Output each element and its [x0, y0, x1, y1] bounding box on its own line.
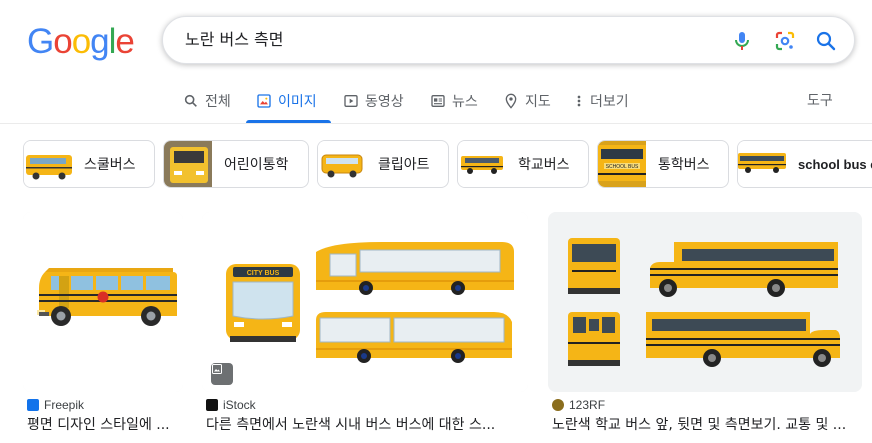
chip-school-bus[interactable]: 스쿨버스 [23, 140, 155, 188]
tab-all[interactable]: 전체 [183, 80, 231, 122]
chip-thumbnail [318, 141, 366, 187]
image-badge-icon [211, 363, 233, 385]
tab-label: 지도 [525, 94, 551, 110]
google-logo[interactable]: Google [27, 22, 135, 62]
chip-school-bus-2[interactable]: 학교버스 [457, 140, 589, 188]
result-source[interactable]: 123RF [552, 398, 605, 412]
header-divider [0, 123, 872, 124]
chip-thumbnail: SCHOOL BUS [598, 141, 646, 187]
chip-school-bus-en[interactable]: school bus e [737, 140, 872, 188]
chip-clipart[interactable]: 클립아트 [317, 140, 449, 188]
tab-label: 뉴스 [452, 94, 478, 110]
tab-images[interactable]: 이미지 [256, 80, 317, 122]
chip-kids-shuttle[interactable]: 어린이통학 [163, 140, 309, 188]
tab-label: 이미지 [278, 94, 317, 110]
result-image[interactable]: CITY BUS [202, 212, 528, 392]
tab-news[interactable]: 뉴스 [430, 80, 478, 122]
result-caption[interactable]: 노란색 학교 버스 앞, 뒷면 및 측면보기. 교통 및 ... [552, 414, 862, 434]
result-source[interactable]: Freepik [27, 398, 84, 412]
chip-label: 클립아트 [378, 157, 430, 173]
search-tabs: 전체 이미지 동영상 뉴스 지도 더보기 도구 [0, 80, 872, 124]
more-vert-icon [577, 95, 581, 107]
logo-letter: G [27, 22, 54, 61]
source-label: iStock [223, 398, 256, 412]
chip-label: school bus e [798, 156, 872, 172]
result-image[interactable] [548, 212, 862, 392]
chip-label: 어린이통학 [224, 157, 289, 173]
chip-commute-bus[interactable]: SCHOOL BUS 통학버스 [597, 140, 729, 188]
chip-label: 학교버스 [518, 157, 570, 173]
istock-icon [206, 399, 218, 411]
chip-thumbnail [458, 141, 506, 187]
tab-more[interactable]: 더보기 [574, 80, 629, 122]
search-box[interactable]: 노란 버스 측면 [162, 16, 855, 64]
play-icon [344, 95, 358, 107]
source-label: 123RF [569, 398, 606, 412]
search-input[interactable]: 노란 버스 측면 [185, 17, 284, 63]
logo-letter: g [90, 22, 109, 61]
chip-thumbnail [738, 141, 786, 187]
yellow-school-bus-image [23, 212, 183, 392]
123rf-icon [552, 399, 564, 411]
result-image[interactable] [23, 212, 183, 392]
result-source[interactable]: iStock [206, 398, 256, 412]
chip-label: 스쿨버스 [84, 157, 136, 173]
search-icon[interactable] [814, 29, 838, 53]
tab-label: 전체 [205, 94, 231, 110]
google-lens-icon[interactable] [773, 29, 797, 53]
chip-thumbnail [24, 141, 72, 187]
image-icon [257, 94, 271, 108]
chip-label: 통학버스 [658, 157, 710, 173]
logo-letter: e [115, 22, 134, 61]
result-caption[interactable]: 다른 측면에서 노란색 시내 버스 버스에 대한 스... [206, 414, 528, 434]
logo-letter: o [53, 22, 72, 61]
map-pin-icon [505, 93, 517, 109]
news-icon [431, 95, 445, 107]
yellow-city-bus-image: CITY BUS [202, 212, 528, 392]
tools-button[interactable]: 도구 [807, 80, 833, 122]
chip-thumbnail [164, 141, 212, 187]
tab-maps[interactable]: 지도 [503, 80, 551, 122]
tab-label: 동영상 [365, 94, 404, 110]
logo-letter: l [108, 22, 117, 61]
source-label: Freepik [44, 398, 85, 412]
logo-letter: o [71, 22, 91, 61]
freepik-icon [27, 399, 39, 411]
tab-videos[interactable]: 동영상 [343, 80, 404, 122]
city-bus-sign: CITY BUS [247, 270, 280, 277]
result-caption[interactable]: 평면 디자인 스타일에 ... [27, 414, 187, 434]
search-icon [184, 94, 197, 107]
yellow-school-bus-views-image [548, 212, 862, 392]
school-bus-sign: SCHOOL BUS [606, 164, 639, 170]
microphone-icon[interactable] [730, 29, 754, 53]
tab-label: 더보기 [590, 94, 629, 110]
